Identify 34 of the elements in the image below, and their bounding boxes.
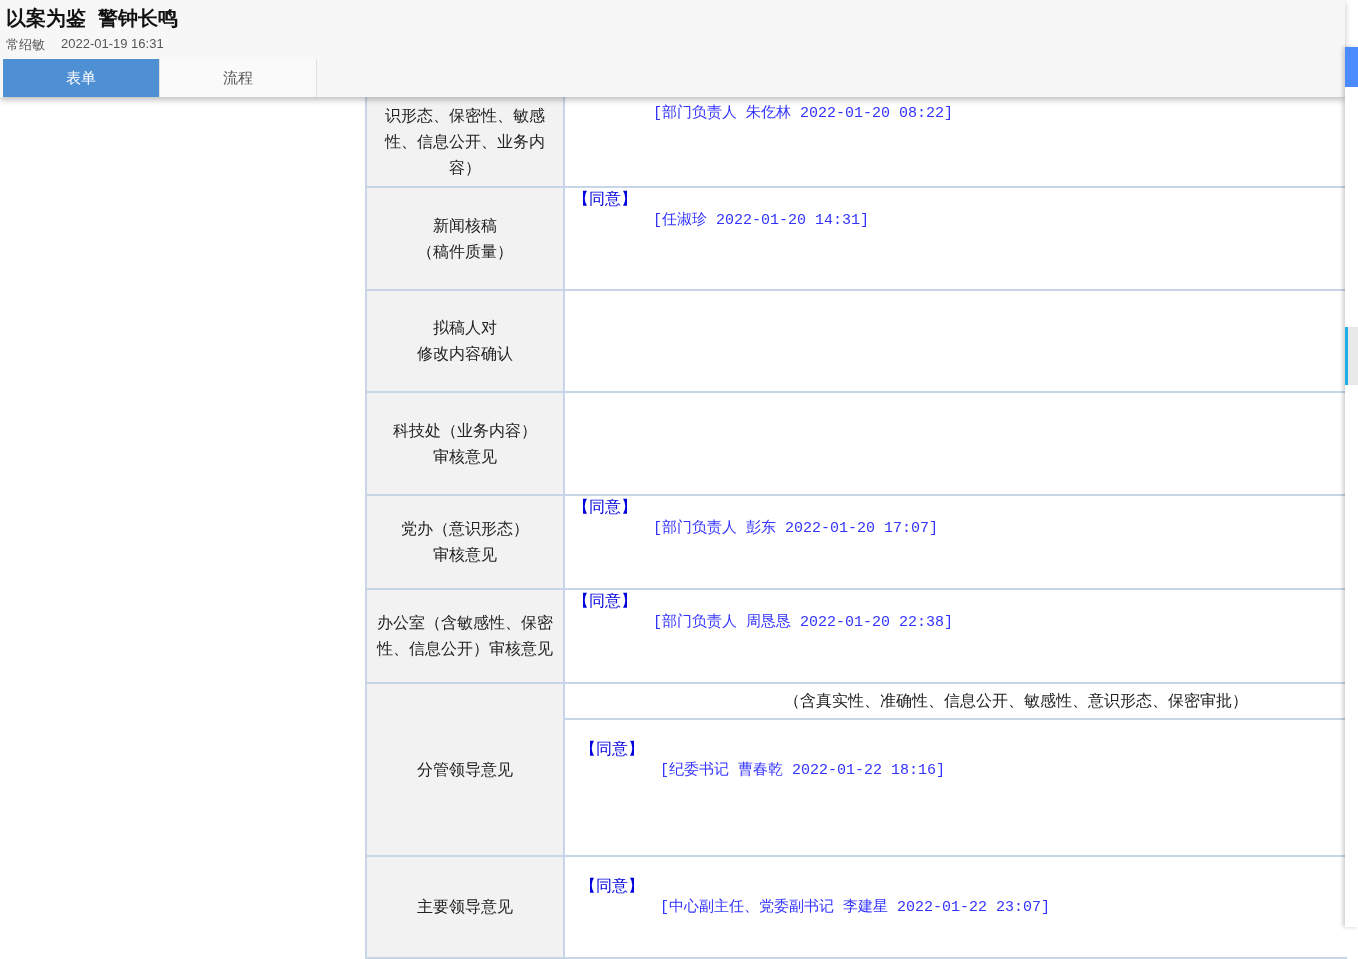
row-label: 识形态、保密性、敏感 [385, 104, 545, 127]
approval-note: （含真实性、准确性、信息公开、敏感性、意识形态、保密审批） [565, 684, 1347, 720]
row-label: 主要领导意见 [417, 896, 513, 918]
opinion-text: 【同意】 [580, 738, 644, 760]
scroll-marker [1345, 327, 1358, 385]
signature-text: [部门负责人 彭东 2022-01-20 17:07] [653, 518, 939, 539]
row-label: 科技处（业务内容） [393, 419, 537, 442]
signature-text: [任淑珍 2022-01-20 14:31] [653, 210, 870, 231]
signature-text: [部门负责人 朱仡林 2022-01-20 08:22] [653, 103, 954, 124]
tab[interactable]: 流程 [160, 59, 317, 97]
page-subtitle: 警钟长鸣 [98, 5, 178, 32]
author-name: 常绍敏 [6, 36, 45, 54]
row-label: 新闻核稿 [433, 214, 497, 237]
signature-text: [部门负责人 周恳恳 2022-01-20 22:38] [653, 612, 954, 633]
signature-text: [中心副主任、党委副书记 李建星 2022-01-22 23:07] [660, 897, 1051, 918]
row-label: 分管领导意见 [417, 758, 513, 781]
row-label: 性、信息公开、业务内 [385, 130, 545, 153]
side-tab[interactable] [1345, 47, 1358, 87]
opinion-text: 【同意】 [573, 496, 637, 518]
opinion-text: 【同意】 [573, 188, 637, 210]
row-label: 党办（意识形态） [401, 518, 529, 540]
row-label: 修改内容确认 [417, 343, 513, 365]
page-title: 以案为鉴 [6, 5, 86, 32]
row-label: 审核意见 [433, 445, 497, 468]
row-label: 审核意见 [433, 544, 497, 566]
row-label: 拟稿人对 [433, 317, 497, 339]
opinion-text: 【同意】 [573, 590, 637, 612]
opinion-text: 【同意】 [580, 875, 644, 897]
row-label: 办公室（含敏感性、保密 [377, 612, 553, 634]
post-time: 2022-01-19 16:31 [61, 36, 164, 53]
signature-text: [纪委书记 曹春乾 2022-01-22 18:16] [660, 760, 946, 781]
row-label: 性、信息公开）审核意见 [377, 638, 553, 660]
row-label: 容） [449, 156, 481, 179]
row-label: （稿件质量） [417, 240, 513, 263]
